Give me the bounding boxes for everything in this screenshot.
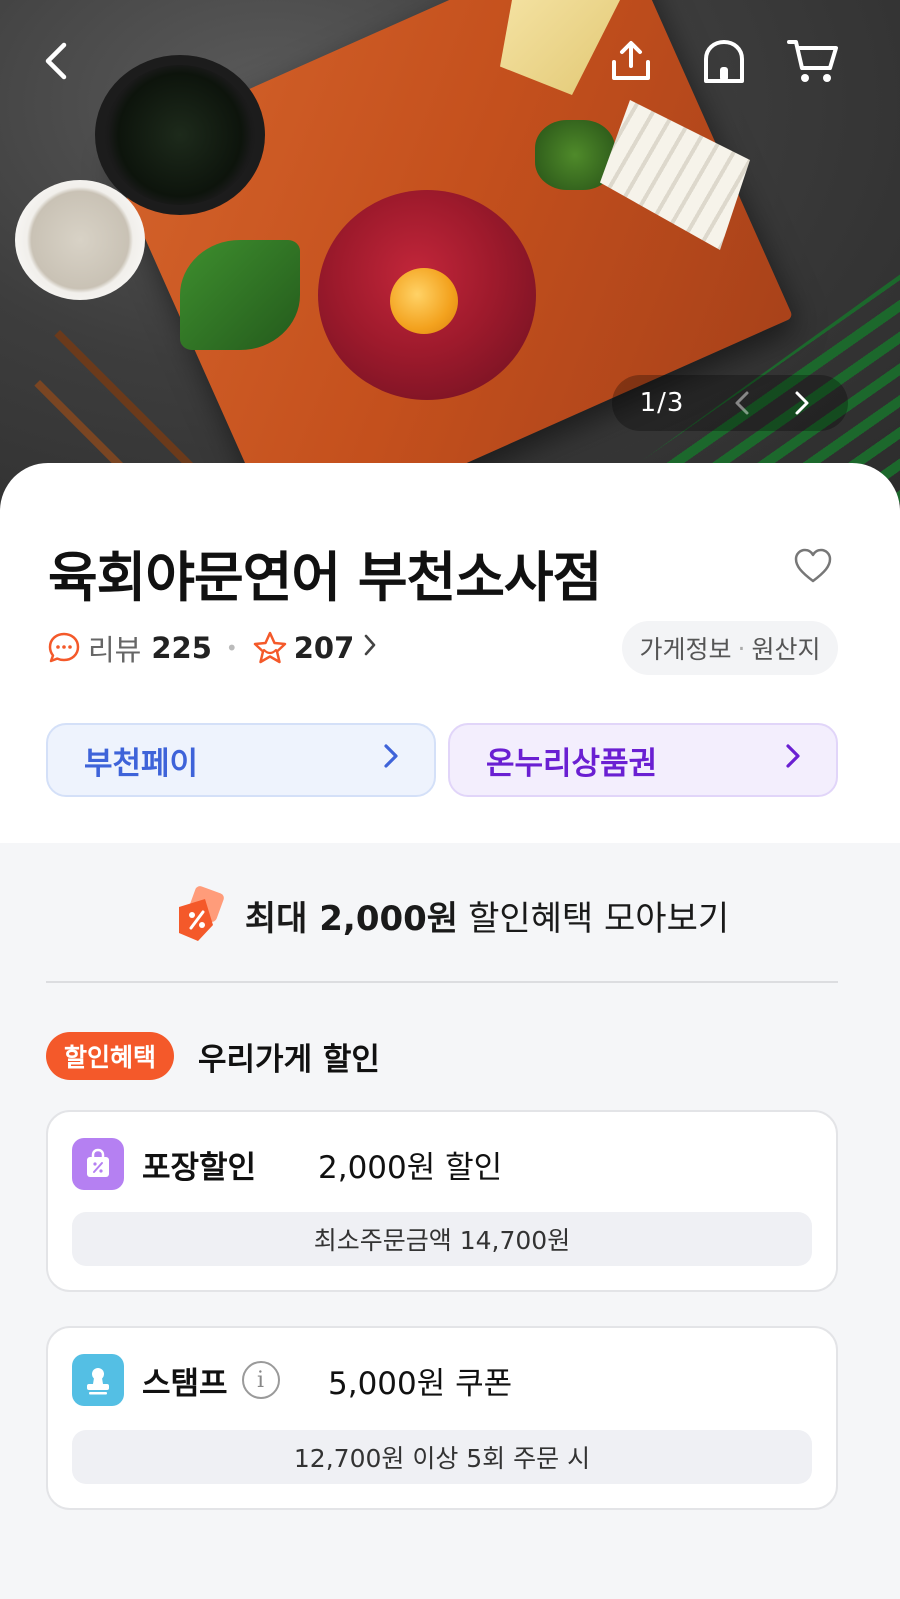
benefit-header: 포장할인 [72,1138,256,1190]
chevron-right-icon [362,631,378,665]
store-name: 육회야문연어 부천소사점 [48,546,602,609]
carousel-next-button[interactable] [772,375,832,431]
onnuri-voucher-label: 온누리상품권 [486,745,658,782]
discount-summary-banner[interactable]: 최대 2,000원 할인혜택 모아보기 [0,870,900,960]
heart-icon [794,548,832,583]
favorite-count: 207 [293,631,355,665]
hero-image-carousel[interactable]: 1/3 [0,0,900,520]
stamp-icon [72,1354,124,1406]
discount-coupon-icon [171,885,231,945]
carousel-prev-button[interactable] [712,375,772,431]
benefit-title: 포장할인 [142,1149,257,1186]
benefit-condition: 12,700원 이상 5회 주문 시 [72,1430,812,1484]
review-count: 225 [151,631,212,665]
home-icon [700,37,748,85]
stamp-coupon-card: 스탬프 i 5,000원 쿠폰 12,700원 이상 5회 주문 시 [46,1326,838,1510]
chopsticks-image [54,330,202,478]
chevron-left-icon [735,391,749,415]
back-arrow-icon [40,41,74,81]
bucheon-pay-label: 부천페이 [84,745,199,782]
back-button[interactable] [30,34,84,88]
herb-leaf-image [180,240,300,350]
discount-banner-text: 할인혜택 모아보기 [468,898,730,939]
rating-row[interactable]: 리뷰 225 • 207 [46,628,378,668]
carousel-pager: 1/3 [612,375,848,431]
takeout-discount-card: 포장할인 2,000원 할인 최소주문금액 14,700원 [46,1110,838,1292]
chevron-right-icon [784,742,802,778]
divider [46,981,838,983]
store-info-origin-button[interactable]: 가게정보 · 원산지 [622,621,838,675]
chevron-right-icon [795,391,809,415]
share-button[interactable] [604,34,658,88]
store-discount-header: 할인혜택 우리가게 할인 [46,1032,380,1080]
benefit-condition: 최소주문금액 14,700원 [72,1212,812,1266]
sauce-bowl-image [15,180,145,300]
cart-button[interactable] [786,34,840,88]
onnuri-voucher-button[interactable]: 온누리상품권 [448,723,838,797]
benefit-title: 스탬프 [142,1365,228,1402]
info-icon[interactable]: i [241,1361,280,1399]
seaweed-soup-bowl-image [95,55,265,215]
chevron-right-icon [382,742,400,778]
favorite-star-icon [252,630,288,666]
bucheon-pay-button[interactable]: 부천페이 [46,723,436,797]
review-bubble-icon [46,630,82,666]
max-discount-amount: 최대 2,000원 [244,898,459,939]
share-icon [608,38,654,84]
home-button[interactable] [697,34,751,88]
favorite-button[interactable] [786,541,840,591]
cart-icon [786,36,840,86]
review-label: 리뷰 [88,633,142,667]
egg-yolk-image [390,268,458,334]
discount-badge: 할인혜택 [46,1032,175,1080]
benefit-header: 스탬프 i [72,1354,280,1406]
origin-label: 원산지 [751,635,821,664]
benefit-value: 5,000원 쿠폰 [328,1366,513,1402]
benefit-value: 2,000원 할인 [318,1150,503,1186]
section-title: 우리가게 할인 [198,1041,380,1078]
separator-dot: · [737,633,746,663]
carousel-page-indicator: 1/3 [639,388,685,418]
store-info-card: 육회야문연어 부천소사점 리뷰 225 • 207 가게정보 · 원산지 부천페… [0,463,900,843]
store-info-label: 가게정보 [639,635,732,664]
separator-dot: • [225,636,238,660]
takeout-bag-icon [72,1138,124,1190]
